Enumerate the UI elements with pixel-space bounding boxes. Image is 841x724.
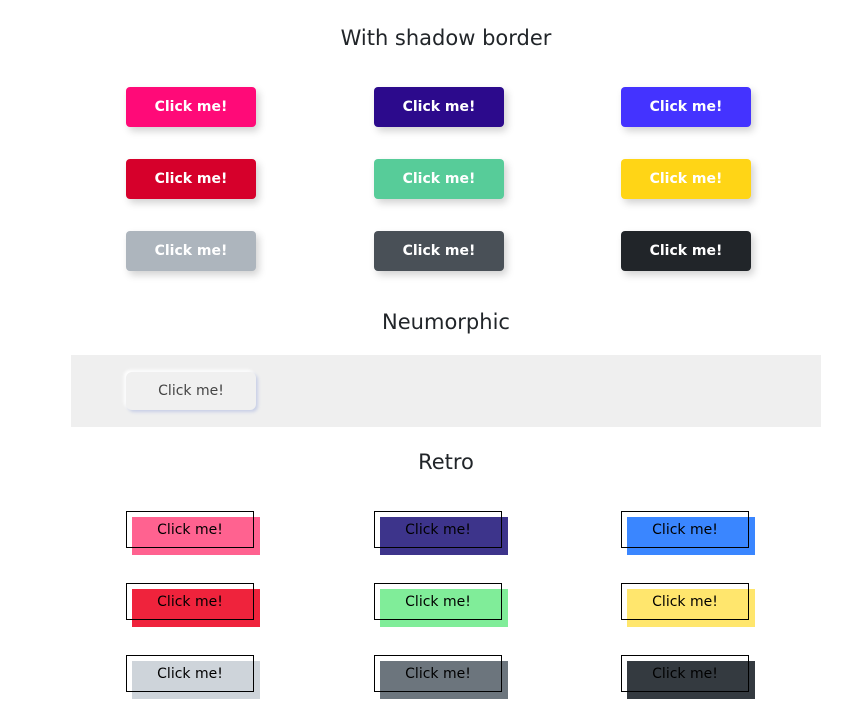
section-title-shadow: With shadow border — [340, 26, 552, 50]
retro-button-5[interactable]: Click me! — [374, 583, 502, 620]
retro-button-3[interactable]: Click me! — [621, 511, 749, 548]
retro-button-wrapper: Click me! — [374, 511, 508, 555]
shadow-button-5[interactable]: Click me! — [374, 159, 504, 199]
retro-button-wrapper: Click me! — [374, 655, 508, 699]
retro-button-wrapper: Click me! — [621, 655, 755, 699]
neumorphic-panel: Click me! — [71, 355, 821, 427]
retro-button-wrapper: Click me! — [621, 511, 755, 555]
neumorphic-button[interactable]: Click me! — [126, 372, 256, 410]
retro-button-wrapper: Click me! — [374, 583, 508, 627]
shadow-button-3[interactable]: Click me! — [621, 87, 751, 127]
shadow-button-9[interactable]: Click me! — [621, 231, 751, 271]
shadow-button-6[interactable]: Click me! — [621, 159, 751, 199]
retro-button-4[interactable]: Click me! — [126, 583, 254, 620]
retro-button-wrapper: Click me! — [126, 511, 260, 555]
shadow-button-4[interactable]: Click me! — [126, 159, 256, 199]
retro-button-1[interactable]: Click me! — [126, 511, 254, 548]
shadow-button-1[interactable]: Click me! — [126, 87, 256, 127]
retro-button-wrapper: Click me! — [126, 655, 260, 699]
section-title-neumorphic: Neumorphic — [382, 310, 510, 334]
retro-button-8[interactable]: Click me! — [374, 655, 502, 692]
shadow-button-8[interactable]: Click me! — [374, 231, 504, 271]
retro-button-9[interactable]: Click me! — [621, 655, 749, 692]
retro-button-wrapper: Click me! — [621, 583, 755, 627]
retro-button-7[interactable]: Click me! — [126, 655, 254, 692]
shadow-button-7[interactable]: Click me! — [126, 231, 256, 271]
shadow-button-2[interactable]: Click me! — [374, 87, 504, 127]
retro-button-6[interactable]: Click me! — [621, 583, 749, 620]
retro-button-wrapper: Click me! — [126, 583, 260, 627]
retro-button-2[interactable]: Click me! — [374, 511, 502, 548]
section-title-retro: Retro — [418, 450, 474, 474]
